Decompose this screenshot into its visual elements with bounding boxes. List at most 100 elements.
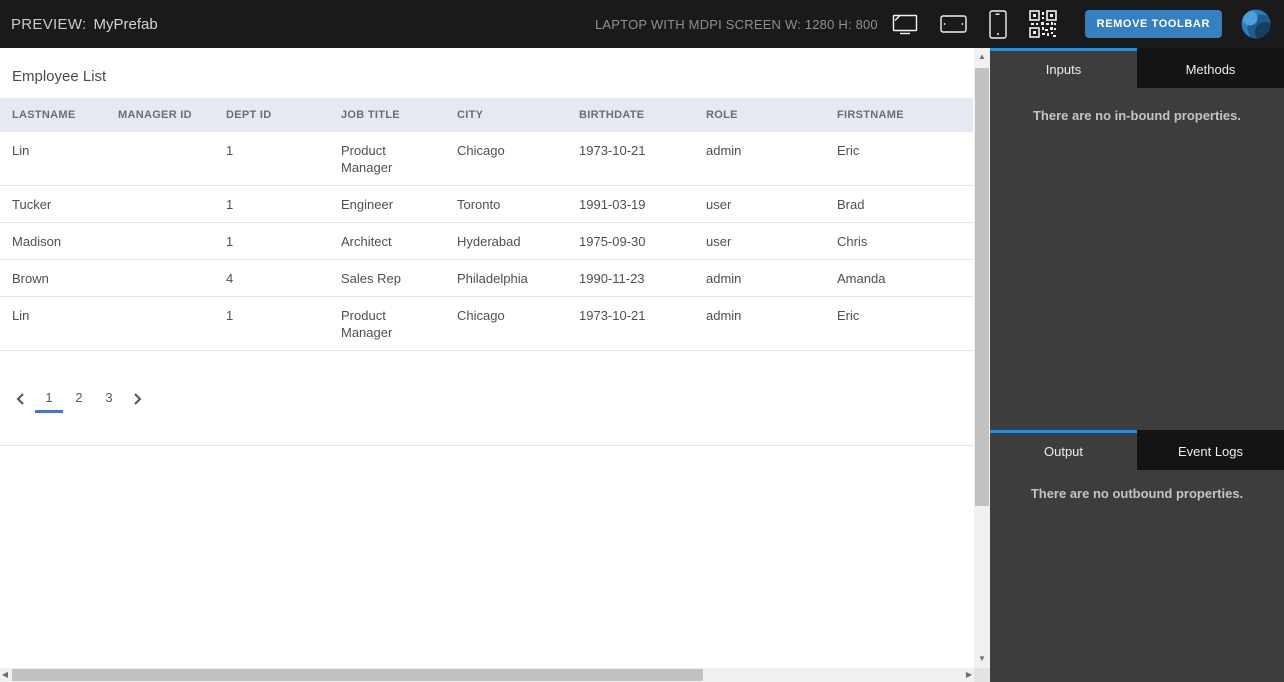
table-cell: Chicago xyxy=(445,296,567,351)
pagination-next-button[interactable] xyxy=(124,385,150,413)
prefab-name: MyPrefab xyxy=(93,15,158,33)
table-cell: user xyxy=(694,185,825,223)
table-cell: Chicago xyxy=(445,132,567,186)
table-cell: Product Manager xyxy=(329,132,445,186)
table-cell: admin xyxy=(694,296,825,351)
column-header[interactable]: LASTNAME xyxy=(0,98,106,132)
preview-label: PREVIEW: xyxy=(11,15,87,33)
preview-title: PREVIEW: MyPrefab xyxy=(11,16,158,33)
table-header-row: LASTNAME MANAGER ID DEPT ID JOB TITLE CITY BI… xyxy=(0,98,973,132)
pagination-prev-button[interactable] xyxy=(8,385,34,413)
table-cell xyxy=(106,132,214,186)
employee-table: LASTNAME MANAGER ID DEPT ID JOB TITLE CITY BI… xyxy=(0,98,973,351)
tab-output[interactable]: Output xyxy=(990,430,1137,470)
prefab-preview-pane: Employee List LASTNAME MANAGER ID DEPT ID J… xyxy=(0,48,990,682)
column-header[interactable]: DEPT ID xyxy=(214,98,329,132)
vertical-scrollbar[interactable]: ▲ ▼ xyxy=(974,48,990,668)
inputs-section: Inputs Methods There are no in-bound pro… xyxy=(990,48,1284,430)
horizontal-scrollbar[interactable]: ◀ ▶ xyxy=(0,668,974,682)
prefab-content: Employee List LASTNAME MANAGER ID DEPT ID J… xyxy=(0,48,974,668)
table-row[interactable]: Lin 1 Product Manager Chicago 1973-10-21 admi… xyxy=(0,132,973,186)
table-cell xyxy=(106,185,214,223)
column-header[interactable]: ROLE xyxy=(694,98,825,132)
table-cell: Tucker xyxy=(0,185,106,223)
page-button-1[interactable]: 1 xyxy=(35,386,63,413)
table-title: Employee List xyxy=(12,68,107,85)
phone-icon[interactable] xyxy=(988,9,1007,39)
column-header[interactable]: JOB TITLE xyxy=(329,98,445,132)
vertical-scrollbar-thumb[interactable] xyxy=(975,68,989,506)
table-cell xyxy=(106,259,214,297)
pagination: 123 xyxy=(8,385,974,413)
table-cell xyxy=(106,296,214,351)
table-cell: Brown xyxy=(0,259,106,297)
table-cell: 1 xyxy=(214,222,329,260)
table-cell: Philadelphia xyxy=(445,259,567,297)
table-cell: admin xyxy=(694,259,825,297)
device-switcher xyxy=(892,9,1057,39)
table-row[interactable]: Tucker 1 Engineer Toronto 1991-03-19 user Brad xyxy=(0,185,973,223)
column-header[interactable]: MANAGER ID xyxy=(106,98,214,132)
table-cell: 1973-10-21 xyxy=(567,132,694,186)
device-info-label: LAPTOP WITH MDPI SCREEN W: 1280 H: 800 xyxy=(595,16,878,32)
output-section: Output Event Logs There are no outbound … xyxy=(990,430,1284,682)
table-row[interactable]: Madison 1 Architect Hyderabad 1975-09-30 user… xyxy=(0,222,973,260)
table-cell xyxy=(106,222,214,260)
table-cell: 1975-09-30 xyxy=(567,222,694,260)
wavemaker-logo xyxy=(1240,8,1272,40)
table-cell: admin xyxy=(694,132,825,186)
table-cell: Hyderabad xyxy=(445,222,567,260)
table-cell: Eric xyxy=(825,132,973,186)
table-cell: Product Manager xyxy=(329,296,445,351)
table-cell: Architect xyxy=(329,222,445,260)
horizontal-scrollbar-thumb[interactable] xyxy=(12,669,703,681)
preview-window: PREVIEW: MyPrefab LAPTOP WITH MDPI SCREE… xyxy=(0,0,1284,682)
table-cell: 1973-10-21 xyxy=(567,296,694,351)
toolbar-actions: REMOVE TOOLBAR xyxy=(892,0,1276,48)
page-button-3[interactable]: 3 xyxy=(95,386,123,413)
output-empty-message: There are no outbound properties. xyxy=(1030,486,1244,501)
column-header[interactable]: CITY xyxy=(445,98,567,132)
properties-panel: Inputs Methods There are no in-bound pro… xyxy=(990,48,1284,682)
table-row[interactable]: Lin 1 Product Manager Chicago 1973-10-21 admi… xyxy=(0,296,973,351)
qr-code-icon[interactable] xyxy=(1028,10,1057,38)
table-cell: 1991-03-19 xyxy=(567,185,694,223)
table-cell: 1990-11-23 xyxy=(567,259,694,297)
table-cell: Madison xyxy=(0,222,106,260)
table-cell: Brad xyxy=(825,185,973,223)
inputs-methods-tabs: Inputs Methods xyxy=(990,48,1284,88)
preview-toolbar: PREVIEW: MyPrefab LAPTOP WITH MDPI SCREE… xyxy=(0,0,1284,48)
inputs-empty-message: There are no in-bound properties. xyxy=(1032,108,1242,123)
remove-toolbar-button[interactable]: REMOVE TOOLBAR xyxy=(1084,10,1222,38)
table-cell: 1 xyxy=(214,185,329,223)
employee-list-widget: Employee List LASTNAME MANAGER ID DEPT ID J… xyxy=(0,48,974,446)
column-header[interactable]: BIRTHDATE xyxy=(567,98,694,132)
table-cell: Chris xyxy=(825,222,973,260)
scroll-left-arrow-icon[interactable]: ◀ xyxy=(0,668,10,682)
table-row[interactable]: Brown 4 Sales Rep Philadelphia 1990-11-23 adm… xyxy=(0,259,973,297)
table-cell: Engineer xyxy=(329,185,445,223)
tab-event-logs[interactable]: Event Logs xyxy=(1137,430,1284,470)
laptop-icon[interactable] xyxy=(892,14,918,35)
tab-inputs[interactable]: Inputs xyxy=(990,48,1137,88)
scroll-right-arrow-icon[interactable]: ▶ xyxy=(964,668,974,682)
table-cell: 4 xyxy=(214,259,329,297)
table-cell: Lin xyxy=(0,132,106,186)
table-cell: Lin xyxy=(0,296,106,351)
scroll-up-arrow-icon[interactable]: ▲ xyxy=(974,53,990,61)
table-cell: Toronto xyxy=(445,185,567,223)
table-cell: user xyxy=(694,222,825,260)
table-cell: Eric xyxy=(825,296,973,351)
page-button-2[interactable]: 2 xyxy=(65,386,93,413)
table-cell: 1 xyxy=(214,296,329,351)
table-cell: Sales Rep xyxy=(329,259,445,297)
table-cell: Amanda xyxy=(825,259,973,297)
scrollbar-corner xyxy=(974,668,990,682)
scroll-down-arrow-icon[interactable]: ▼ xyxy=(974,655,990,663)
table-cell: 1 xyxy=(214,132,329,186)
tablet-icon[interactable] xyxy=(939,15,967,33)
output-eventlogs-tabs: Output Event Logs xyxy=(990,430,1284,470)
tab-methods[interactable]: Methods xyxy=(1137,48,1284,88)
main-area: Employee List LASTNAME MANAGER ID DEPT ID J… xyxy=(0,48,1284,682)
column-header[interactable]: FIRSTNAME xyxy=(825,98,973,132)
